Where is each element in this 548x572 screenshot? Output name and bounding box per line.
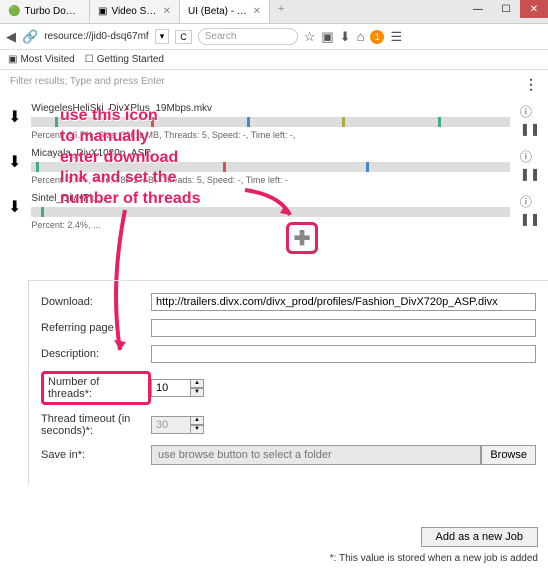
referring-input[interactable] xyxy=(151,319,536,337)
new-tab-button[interactable]: + xyxy=(270,0,292,23)
add-download-button[interactable]: ✚ xyxy=(286,222,318,254)
bookmark-most-visited[interactable]: ▣Most Visited xyxy=(8,54,75,65)
tab-turbo[interactable]: 🟢Turbo Downloa... xyxy=(0,0,90,23)
stepper-up-icon[interactable]: ▲ xyxy=(190,379,204,388)
page-icon: ▣ xyxy=(8,54,17,65)
threads-input[interactable] xyxy=(151,379,191,397)
minimize-button[interactable]: — xyxy=(464,0,492,18)
stepper-up-icon[interactable]: ▲ xyxy=(190,416,204,425)
address-bar: ◀ 🔗 resource://jid0-dsq67mf ▾ C Search ☆… xyxy=(0,24,548,50)
download-arrow-icon: ⬇ xyxy=(8,152,21,172)
close-icon[interactable]: ✕ xyxy=(163,6,171,17)
search-input[interactable]: Search xyxy=(198,28,298,45)
timeout-label: Thread timeout (in seconds)*: xyxy=(41,413,151,437)
url-field[interactable]: resource://jid0-dsq67mf xyxy=(44,31,149,42)
info-icon[interactable]: ⓘ xyxy=(520,193,540,210)
tab-bar: 🟢Turbo Downloa... ▣Video Samples ...✕ UI… xyxy=(0,0,548,24)
description-label: Description: xyxy=(41,348,151,360)
description-input[interactable] xyxy=(151,345,536,363)
dropdown-icon[interactable]: ▾ xyxy=(155,29,170,44)
bookmarks-bar: ▣Most Visited ☐Getting Started xyxy=(0,50,548,70)
download-icon[interactable]: ⬇ xyxy=(340,29,351,45)
download-label: Download: xyxy=(41,296,151,308)
download-url-input[interactable] xyxy=(151,293,536,311)
close-window-button[interactable]: ✕ xyxy=(520,0,548,18)
add-job-button[interactable]: Add as a new Job xyxy=(421,527,538,547)
annotation-arrow-icon xyxy=(240,185,300,225)
pause-icon[interactable]: ❚❚ xyxy=(520,167,540,181)
savein-input[interactable] xyxy=(151,445,481,465)
globe-icon: 🔗 xyxy=(22,29,38,45)
download-arrow-icon: ⬇ xyxy=(8,107,21,127)
annotation-text: use this icon to manually enter download… xyxy=(60,106,200,210)
alert-badge[interactable]: 1 xyxy=(370,30,384,44)
close-icon[interactable]: ✕ xyxy=(253,6,261,17)
pause-icon[interactable]: ❚❚ xyxy=(520,212,540,226)
tab-ui[interactable]: UI (Beta) - T...✕ xyxy=(180,0,270,23)
timeout-input[interactable] xyxy=(151,416,191,434)
star-icon[interactable]: ☆ xyxy=(304,29,316,45)
reload-icon[interactable]: C xyxy=(175,30,192,44)
pocket-icon[interactable]: ▣ xyxy=(321,29,333,45)
referring-label: Referring page xyxy=(41,322,151,334)
kebab-menu-icon[interactable]: ⋮ xyxy=(524,76,538,93)
back-icon[interactable]: ◀ xyxy=(6,29,16,45)
menu-icon[interactable]: ☰ xyxy=(390,29,402,45)
info-icon[interactable]: ⓘ xyxy=(520,103,540,120)
tab-video[interactable]: ▣Video Samples ...✕ xyxy=(90,0,180,23)
stepper-down-icon[interactable]: ▼ xyxy=(190,425,204,434)
home-icon[interactable]: ⌂ xyxy=(357,29,365,44)
footnote-text: *: This value is stored when a new job i… xyxy=(330,553,538,564)
page-icon: ☐ xyxy=(85,54,94,65)
download-form: Download: Referring page Description: Nu… xyxy=(28,280,548,485)
threads-label: Number of threads*: xyxy=(41,371,151,405)
browse-button[interactable]: Browse xyxy=(481,445,536,465)
pause-icon[interactable]: ❚❚ xyxy=(520,122,540,136)
download-arrow-icon: ⬇ xyxy=(8,197,21,217)
savein-label: Save in*: xyxy=(41,449,151,461)
maximize-button[interactable]: ☐ xyxy=(492,0,520,18)
bookmark-getting-started[interactable]: ☐Getting Started xyxy=(85,54,164,65)
filter-input[interactable]: Filter results; Type and press Enter xyxy=(10,76,165,93)
stepper-down-icon[interactable]: ▼ xyxy=(190,388,204,397)
info-icon[interactable]: ⓘ xyxy=(520,148,540,165)
